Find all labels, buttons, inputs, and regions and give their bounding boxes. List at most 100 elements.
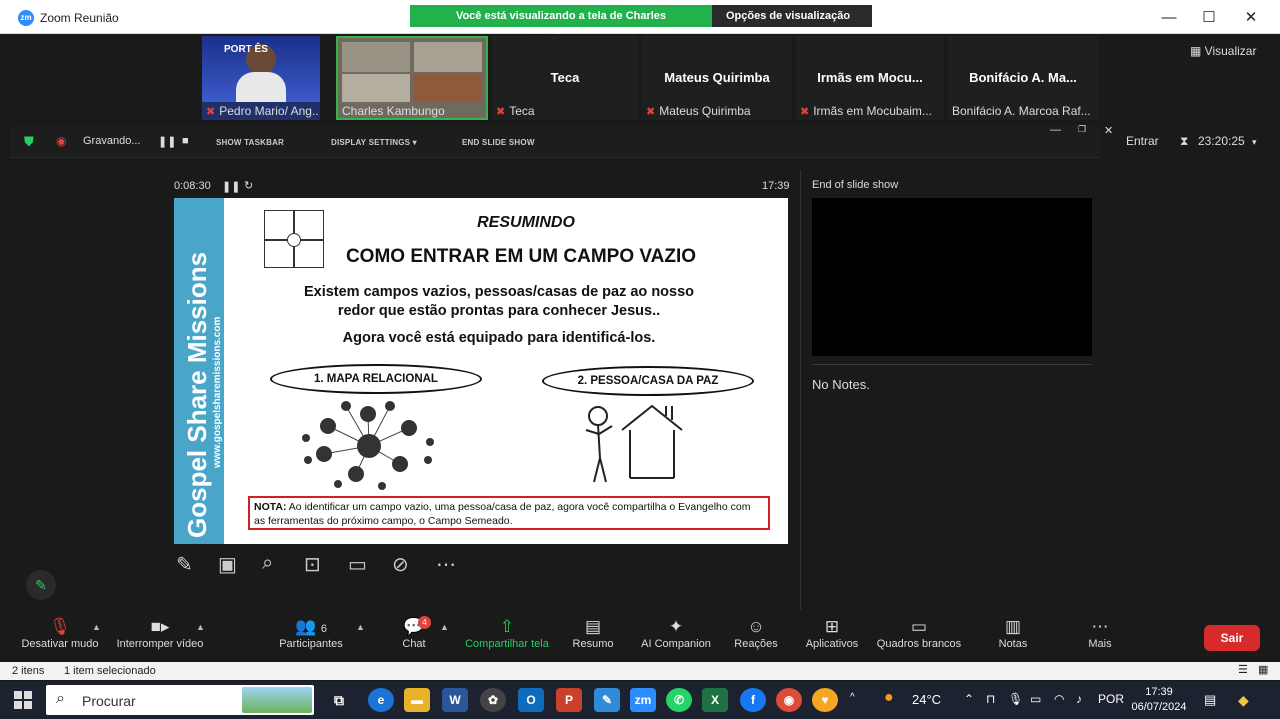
chat-button[interactable]: 💬 Chat 4	[394, 616, 434, 650]
chevron-down-icon[interactable]: ▾	[1252, 137, 1257, 148]
summary-button[interactable]: ▤ Resumo	[566, 616, 620, 650]
annotate-pencil-button[interactable]: ✎	[26, 570, 56, 600]
app-icon[interactable]: ✿	[480, 688, 506, 712]
chevron-up-icon[interactable]: ▲	[196, 622, 205, 632]
unmute-button[interactable]: 🎙 Desativar mudo	[20, 616, 100, 650]
screen: zm Zoom Reunião Você está visualizando a…	[0, 0, 1280, 719]
notifications-icon[interactable]: ▤	[1204, 692, 1216, 708]
view-options-button[interactable]: Opções de visualização ▾	[712, 5, 872, 44]
search-placeholder: Procurar	[82, 693, 136, 709]
whatsapp-icon[interactable]: ✆	[666, 688, 692, 712]
taskbar-search[interactable]: ⌕ Procurar	[46, 685, 314, 715]
participant-tile[interactable]: PORT ÊS ✖ Pedro Mario/ Ang...	[202, 36, 320, 120]
copilot-icon[interactable]: ◆	[1238, 692, 1249, 709]
slide-text-line: Existem campos vazios, pessoas/casas de …	[303, 284, 695, 300]
chrome-icon[interactable]: ◉	[776, 688, 802, 712]
wifi-icon[interactable]: ◠	[1054, 692, 1064, 706]
zoom-title-bar: zm Zoom Reunião Você está visualizando a…	[0, 0, 1280, 44]
tiles-view-icon[interactable]: ▦	[1258, 663, 1268, 676]
battery-icon[interactable]: ▭	[1030, 692, 1041, 706]
chevron-up-icon[interactable]: ▲	[92, 622, 101, 632]
speaker-notes: No Notes.	[812, 377, 870, 392]
participants-button[interactable]: 👥 6 Participantes	[276, 616, 346, 650]
leave-meeting-button[interactable]: Sair	[1204, 625, 1260, 651]
more-button[interactable]: ⋯ Mais	[1080, 616, 1120, 650]
entrar-button[interactable]: Entrar	[1126, 134, 1159, 148]
notes-button[interactable]: ▥ Notas	[992, 616, 1034, 650]
show-taskbar-button[interactable]: SHOW TASKBAR	[216, 138, 284, 147]
participant-tile[interactable]: Teca ✖ Teca	[492, 36, 638, 120]
participant-tile[interactable]: Irmãs em Mocu... ✖ Irmãs em Mocubaim...	[796, 36, 944, 120]
subtitles-icon[interactable]: ▭	[348, 552, 367, 577]
app-icon[interactable]: ✎	[594, 688, 620, 712]
weather-temp[interactable]: 24°C	[912, 692, 941, 707]
participant-name: Charles Kambungo	[342, 104, 445, 118]
chevron-up-icon[interactable]: ▲	[356, 622, 365, 632]
record-icon: ◉	[56, 134, 67, 148]
usb-icon[interactable]: ⊓	[986, 692, 995, 706]
word-icon[interactable]: W	[442, 688, 468, 712]
windows-start-icon[interactable]	[14, 691, 32, 709]
participant-label: Bonifácio A. Ma...	[969, 70, 1077, 85]
participants-icon: 👥 6	[294, 617, 327, 636]
edge-browser-icon[interactable]: e	[368, 688, 394, 712]
input-language[interactable]: POR	[1098, 692, 1124, 706]
chevron-up-icon[interactable]: ^	[850, 692, 855, 703]
notes-icon: ▥	[1004, 617, 1022, 636]
participant-tile[interactable]: Bonifácio A. Ma... Bonifácio A. Marcoa R…	[948, 36, 1098, 120]
task-view-icon[interactable]: ⧉	[326, 688, 352, 712]
slide-subtitle: RESUMINDO	[477, 214, 575, 231]
participant-tile[interactable]: Mateus Quirimba ✖ Mateus Quirimba	[642, 36, 792, 120]
excel-icon[interactable]: X	[702, 688, 728, 712]
whiteboards-button[interactable]: ▭ Quadros brancos	[874, 616, 964, 650]
weather-icon: ●	[884, 689, 894, 706]
minimize-icon[interactable]: —	[1050, 124, 1061, 136]
close-icon[interactable]: ✕	[1104, 124, 1113, 137]
facebook-icon[interactable]: f	[740, 688, 766, 712]
view-button[interactable]: ▦ Visualizar	[1190, 44, 1256, 58]
meeting-controls: 🎙 Desativar mudo ▲ ■▸ Interromper vídeo …	[10, 612, 1274, 662]
close-button[interactable]: ✕	[1236, 7, 1266, 29]
side-band-title: Gospel Share Missions	[182, 251, 212, 538]
maximize-button[interactable]: ☐	[1194, 7, 1224, 29]
viewing-screen-label: Você está visualizando a tela de Charles…	[410, 5, 712, 44]
pause-recording-icon[interactable]: ❚❚	[158, 135, 176, 148]
minimize-button[interactable]: —	[1154, 7, 1184, 29]
taskbar-clock[interactable]: 17:39 06/07/2024	[1131, 685, 1187, 715]
chevron-up-icon[interactable]: ▲	[440, 622, 449, 632]
zoom-taskbar-icon[interactable]: zm	[630, 688, 656, 712]
windows-taskbar: ⌕ Procurar ⧉ e ▬ W ✿ O P ✎ zm ✆ X f ◉ ♥ …	[0, 681, 1280, 719]
zoom-icon[interactable]: ⌕	[262, 552, 273, 575]
share-screen-button[interactable]: ⇧ Compartilhar tela	[460, 616, 554, 650]
details-view-icon[interactable]: ☰	[1238, 663, 1248, 676]
reactions-button[interactable]: ☺ Reações	[730, 616, 782, 650]
end-slide-show-button[interactable]: END SLIDE SHOW	[462, 138, 535, 147]
display-settings-button[interactable]: DISPLAY SETTINGS ▾	[331, 138, 417, 147]
person-shirt	[236, 72, 286, 102]
ai-companion-button[interactable]: ✦ AI Companion	[636, 616, 716, 650]
hourglass-icon: ⧗	[1180, 134, 1189, 148]
volume-icon[interactable]: ♪	[1076, 692, 1082, 706]
more-options-icon[interactable]: ⋯	[436, 552, 456, 577]
file-explorer-icon[interactable]: ▬	[404, 688, 430, 712]
stop-video-button[interactable]: ■▸ Interromper vídeo	[114, 616, 206, 650]
camera-off-icon[interactable]: ⊘	[392, 552, 409, 577]
pointer-screen-icon[interactable]: ⊡	[304, 552, 321, 577]
search-highlight-image	[242, 687, 312, 713]
pause-icon[interactable]: ❚❚	[222, 180, 240, 193]
app-icon[interactable]: ♥	[812, 688, 838, 712]
reset-timer-icon[interactable]: ↻	[244, 179, 253, 192]
chevron-up-icon[interactable]: ⌃	[964, 692, 974, 706]
pen-icon[interactable]: ✎	[176, 552, 193, 577]
restore-icon[interactable]: ❐	[1078, 124, 1086, 135]
outlook-icon[interactable]: O	[518, 688, 544, 712]
apps-button[interactable]: ⊞ Aplicativos	[800, 616, 864, 650]
participant-name: ✖ Pedro Mario/ Ang...	[206, 104, 318, 118]
mic-muted-icon: ✖	[646, 106, 656, 118]
participant-tile-active[interactable]: Charles Kambungo	[336, 36, 488, 120]
microphone-icon[interactable]: 🎙	[1008, 692, 1023, 706]
all-slides-icon[interactable]: ▣	[218, 552, 237, 577]
stop-recording-icon[interactable]: ■	[182, 135, 189, 147]
participant-label: Mateus Quirimba	[664, 70, 770, 85]
powerpoint-icon[interactable]: P	[556, 688, 582, 712]
